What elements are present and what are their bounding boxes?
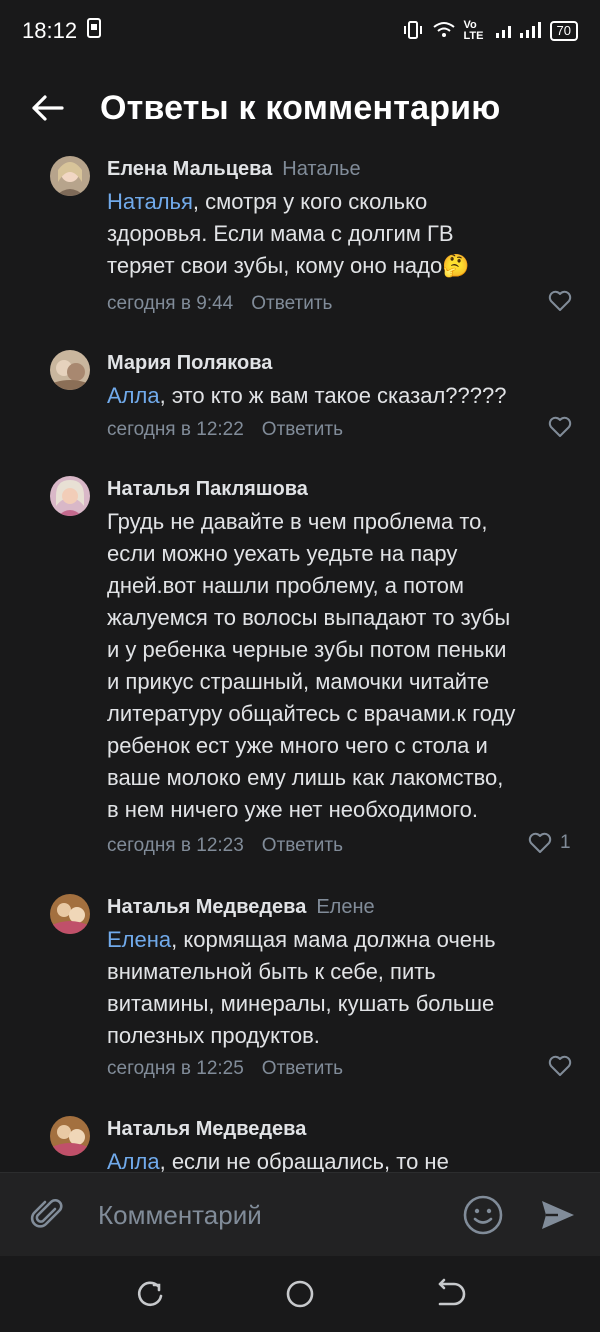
comment-time: сегодня в 12:22: [107, 419, 244, 440]
comment-text-line: витамины, минералы, кушать больше: [107, 991, 495, 1016]
comment-author[interactable]: Наталья Медведева: [107, 896, 306, 918]
comment-text: Елена, кормящая мама должна очень внимат…: [107, 924, 577, 1052]
recent-apps-button[interactable]: [132, 1276, 168, 1312]
back-gesture-icon: [438, 1278, 466, 1306]
comments-feed[interactable]: Елена Мальцева Наталье Наталья, смотря у …: [0, 154, 600, 1172]
send-icon: [542, 1201, 574, 1229]
smile-icon: [463, 1195, 503, 1235]
wifi-icon: [432, 21, 456, 42]
comment-author[interactable]: Мария Полякова: [107, 352, 272, 374]
comment-time: сегодня в 9:44: [107, 293, 234, 314]
comment-text-line: ребенок ест уже много чего с стола и: [107, 733, 488, 758]
comment-author[interactable]: Елена Мальцева: [107, 158, 272, 180]
send-button[interactable]: [538, 1195, 578, 1235]
attach-button[interactable]: [28, 1195, 68, 1235]
comment-text: Наталья, смотря у кого сколько здоровья.…: [107, 186, 577, 282]
page-title: Ответы к комментарию: [100, 88, 501, 127]
comment-text-line: внимательной быть к себе, пить: [107, 959, 436, 984]
comment-text-line: Грудь не давайте в чем проблема то,: [107, 509, 488, 534]
heart-icon: [548, 1055, 572, 1076]
comment-text-line: в нем ничего уже нет необходимого.: [107, 797, 478, 822]
back-button[interactable]: [24, 85, 70, 131]
mention-link[interactable]: Алла: [107, 383, 160, 408]
comment-text: Алла, это кто ж вам такое сказал?????: [107, 380, 577, 412]
heart-icon: [548, 290, 572, 311]
status-bar: 18:12 Vo LTE 70: [0, 0, 600, 62]
comment-text-line: теряет свои зубы, кому оно надо🤔: [107, 253, 470, 278]
sim-icon: [87, 18, 102, 44]
comment-text-line: ваше молоко ему лишь как лакомство,: [107, 765, 504, 790]
comment-text-line: и у ребенка черные зубы потом пеньки: [107, 637, 507, 662]
heart-icon: [528, 832, 552, 853]
status-time: 18:12: [22, 18, 78, 43]
network-label: Vo LTE: [463, 19, 484, 42]
comment-time: сегодня в 12:23: [107, 835, 244, 856]
comment-text-line: , если не обращались, то не: [159, 1149, 449, 1172]
paperclip-icon: [30, 1199, 63, 1228]
reply-button[interactable]: Ответить: [251, 293, 332, 314]
reply-button[interactable]: Ответить: [262, 835, 343, 856]
signal-icon: [494, 21, 542, 42]
avatar[interactable]: [50, 350, 90, 390]
like-button[interactable]: [548, 1055, 572, 1077]
comment-text-line: литературу общайтесь с врачами.к году: [107, 701, 516, 726]
comment-text-line: , это кто ж вам такое сказал?????: [159, 383, 507, 408]
comment-text-line: , смотря у кого сколько: [192, 189, 428, 214]
arrow-left-icon: [32, 95, 64, 121]
comment-text-line: здоровья. Если мама с долгим ГВ: [107, 221, 454, 246]
vibrate-icon: [402, 20, 424, 42]
reply-button[interactable]: Ответить: [262, 1058, 343, 1079]
comment-composer: [0, 1172, 600, 1256]
like-count: 1: [560, 832, 571, 853]
mention-link[interactable]: Наталья: [107, 189, 193, 214]
comment-text-line: , кормящая мама должна очень: [171, 927, 496, 952]
reply-to: Елене: [316, 896, 375, 918]
like-button[interactable]: [548, 416, 572, 438]
recent-apps-icon: [137, 1281, 163, 1307]
app-header: Ответы к комментарию: [0, 62, 600, 154]
heart-icon: [548, 416, 572, 437]
comment-text: Алла, если не обращались, то не: [107, 1146, 577, 1172]
avatar[interactable]: [50, 476, 90, 516]
comment-text-line: полезных продуктов.: [107, 1023, 320, 1048]
comment-text: Грудь не давайте в чем проблема то, если…: [107, 506, 577, 826]
comment-input[interactable]: [96, 1191, 440, 1239]
back-nav-button[interactable]: [432, 1276, 468, 1312]
comment-text-line: жалуемся то волосы выпадают то зубы: [107, 605, 511, 630]
comment-text-line: дней.вот нашли проблему, а потом: [107, 573, 464, 598]
avatar[interactable]: [50, 156, 90, 196]
avatar[interactable]: [50, 1116, 90, 1156]
emoji-button[interactable]: [462, 1194, 504, 1236]
mention-link[interactable]: Алла: [107, 1149, 160, 1172]
system-nav-bar: [0, 1256, 600, 1332]
comment-text-line: и прикус страшный, мамочки читайте: [107, 669, 490, 694]
battery-icon: 70: [549, 21, 578, 41]
comment-author[interactable]: Наталья Пакляшова: [107, 478, 308, 500]
comment-time: сегодня в 12:25: [107, 1058, 244, 1079]
reply-to: Наталье: [282, 158, 361, 180]
like-button[interactable]: 1: [528, 832, 571, 854]
avatar[interactable]: [50, 894, 90, 934]
reply-button[interactable]: Ответить: [262, 419, 343, 440]
home-button[interactable]: [282, 1276, 318, 1312]
comment-text-line: если можно уехать уедьте на пару: [107, 541, 458, 566]
home-icon: [286, 1280, 314, 1308]
mention-link[interactable]: Елена: [107, 927, 171, 952]
comment-author[interactable]: Наталья Медведева: [107, 1118, 306, 1140]
like-button[interactable]: [548, 290, 572, 312]
